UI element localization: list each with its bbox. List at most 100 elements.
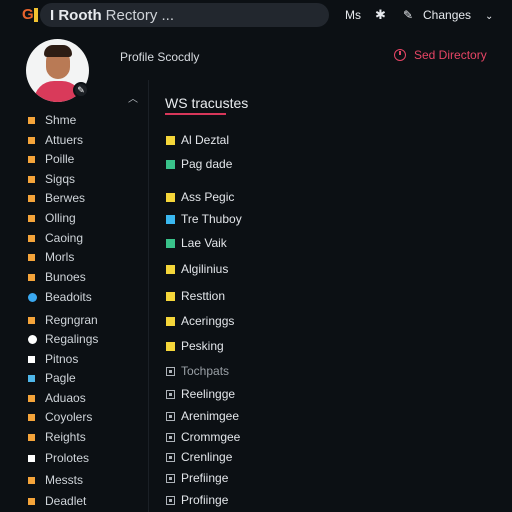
sidebar-marker — [28, 355, 35, 363]
sidebar-item[interactable]: Prolotes — [28, 450, 89, 466]
sidebar-marker — [28, 136, 35, 144]
sidebar-item-label: Bunoes — [45, 270, 86, 284]
sidebar-item[interactable]: Bunoes — [28, 269, 86, 285]
list-item-label: Pesking — [181, 339, 224, 353]
list-item-label: Arenimgee — [181, 409, 240, 423]
list-item[interactable]: Crommgee — [166, 429, 240, 445]
list-marker — [166, 432, 175, 442]
sidebar-item[interactable]: Olling — [28, 210, 76, 226]
list-marker — [166, 452, 175, 462]
sidebar-marker — [28, 497, 35, 505]
avatar-edit-badge[interactable]: ✎ — [73, 82, 89, 98]
list-item[interactable]: Pag dade — [166, 156, 232, 172]
sidebar-marker — [28, 413, 35, 421]
sidebar-item-label: Sigqs — [45, 172, 76, 186]
list-item[interactable]: Crenlinge — [166, 449, 232, 465]
sidebar-item-label: Regalings — [45, 332, 99, 346]
list-item[interactable]: Lae Vaik — [166, 235, 227, 251]
sidebar-item[interactable]: Shme — [28, 112, 76, 128]
sidebar-item[interactable]: Pagle — [28, 370, 76, 386]
sidebar-item[interactable]: Poille — [28, 151, 74, 167]
sidebar-item[interactable]: Sigqs — [28, 171, 75, 187]
list-item[interactable]: Pesking — [166, 338, 224, 354]
sidebar-item[interactable]: Regngran — [28, 312, 98, 328]
sidebar-item-label: Reights — [45, 430, 86, 444]
sidebar-item-label: Deadlet — [45, 494, 87, 508]
avatar-hair — [44, 45, 72, 57]
chevron-down-icon[interactable]: ⌄ — [485, 10, 493, 24]
sidebar-item-label: Attuers — [45, 133, 84, 147]
sidebar-item-label: Berwes — [45, 191, 86, 205]
sidebar-item[interactable]: Morls — [28, 249, 74, 265]
list-item[interactable]: Aceringgs — [166, 313, 234, 329]
sidebar-item-label: Aduaos — [45, 391, 86, 405]
sidebar-marker — [28, 116, 35, 124]
list-marker — [166, 264, 175, 274]
ms-button[interactable]: Ms — [345, 8, 361, 22]
sidebar-item-label: Morls — [45, 250, 75, 264]
list-item[interactable]: Arenimgee — [166, 408, 239, 424]
section-underline — [165, 113, 226, 115]
sidebar-item-label: Shme — [45, 113, 77, 127]
list-item-label: Resttion — [181, 289, 226, 303]
list-item[interactable]: Algilinius — [166, 261, 228, 277]
list-item[interactable]: Tre Thuboy — [166, 211, 242, 227]
profile-label: Profile Scocdly — [120, 50, 200, 64]
list-item[interactable]: Reelingge — [166, 386, 235, 402]
app-logo[interactable]: G — [22, 6, 38, 24]
sidebar-item[interactable]: Berwes — [28, 190, 85, 206]
sidebar-item[interactable]: Deadlet — [28, 493, 86, 509]
list-item-label: Al Deztal — [181, 133, 230, 147]
sidebar-item[interactable]: Regalings — [28, 331, 98, 347]
sidebar-item[interactable]: Beadoits — [28, 289, 92, 305]
list-item[interactable]: Prefiinge — [166, 470, 228, 486]
sidebar-marker — [28, 273, 35, 281]
sidebar-item[interactable]: Aduaos — [28, 390, 86, 406]
list-item[interactable]: Ass Pegic — [166, 189, 234, 205]
changes-dropdown[interactable]: Changes — [423, 8, 471, 22]
sidebar-marker — [28, 234, 35, 242]
sidebar-item[interactable]: Coyolers — [28, 409, 92, 425]
chevron-up-icon[interactable]: ︿ — [128, 90, 138, 105]
top-bar: G I Rooth Rectory ... Ms ✱ ✎ Changes ⌄ — [0, 0, 512, 30]
sidebar-marker — [28, 433, 35, 441]
set-directory-button[interactable]: Sed Directory — [394, 48, 487, 62]
sidebar-marker — [28, 155, 35, 163]
list-item-label: Crommgee — [181, 430, 241, 444]
sidebar-marker — [28, 394, 35, 402]
list-item[interactable]: Al Deztal — [166, 132, 229, 148]
sidebar-item[interactable]: Caoing — [28, 230, 83, 246]
sidebar-item[interactable]: Pitnos — [28, 351, 78, 367]
logo-bar — [34, 8, 38, 22]
sidebar-item[interactable]: Reights — [28, 429, 86, 445]
sidebar-item[interactable]: Messts — [28, 472, 83, 488]
search-query-bold: I Rooth — [50, 6, 102, 24]
sidebar-item-label: Regngran — [45, 313, 98, 327]
sidebar-item-label: Messts — [45, 473, 84, 487]
sidebar-item-label: Coyolers — [45, 410, 93, 424]
panel-divider — [148, 80, 149, 512]
sidebar-item-label: Caoing — [45, 231, 84, 245]
list-item[interactable]: Tochpats — [166, 363, 229, 379]
search-query-rest: Rectory ... — [105, 6, 175, 24]
search-input[interactable]: I Rooth Rectory ... — [40, 3, 329, 27]
sidebar-item-label: Pagle — [45, 371, 76, 385]
list-item-label: Reelingge — [181, 387, 236, 401]
list-item[interactable]: Profiinge — [166, 492, 228, 508]
power-icon — [394, 49, 406, 61]
list-marker — [166, 316, 175, 326]
set-directory-label: Sed Directory — [414, 48, 487, 62]
wrench-icon[interactable]: ✎ — [403, 8, 413, 22]
sidebar-item[interactable]: Attuers — [28, 132, 83, 148]
list-marker — [166, 238, 175, 248]
list-marker — [166, 135, 175, 145]
sidebar-item-label: Prolotes — [45, 451, 90, 465]
list-item-label: Pag dade — [181, 157, 233, 171]
sidebar-item-label: Pitnos — [45, 352, 79, 366]
sidebar-marker — [28, 454, 35, 462]
list-item-label: Profiinge — [181, 493, 229, 507]
sidebar-item-label: Beadoits — [45, 290, 92, 304]
list-marker — [166, 411, 175, 421]
gear-icon[interactable]: ✱ — [375, 8, 386, 22]
list-item[interactable]: Resttion — [166, 288, 225, 304]
